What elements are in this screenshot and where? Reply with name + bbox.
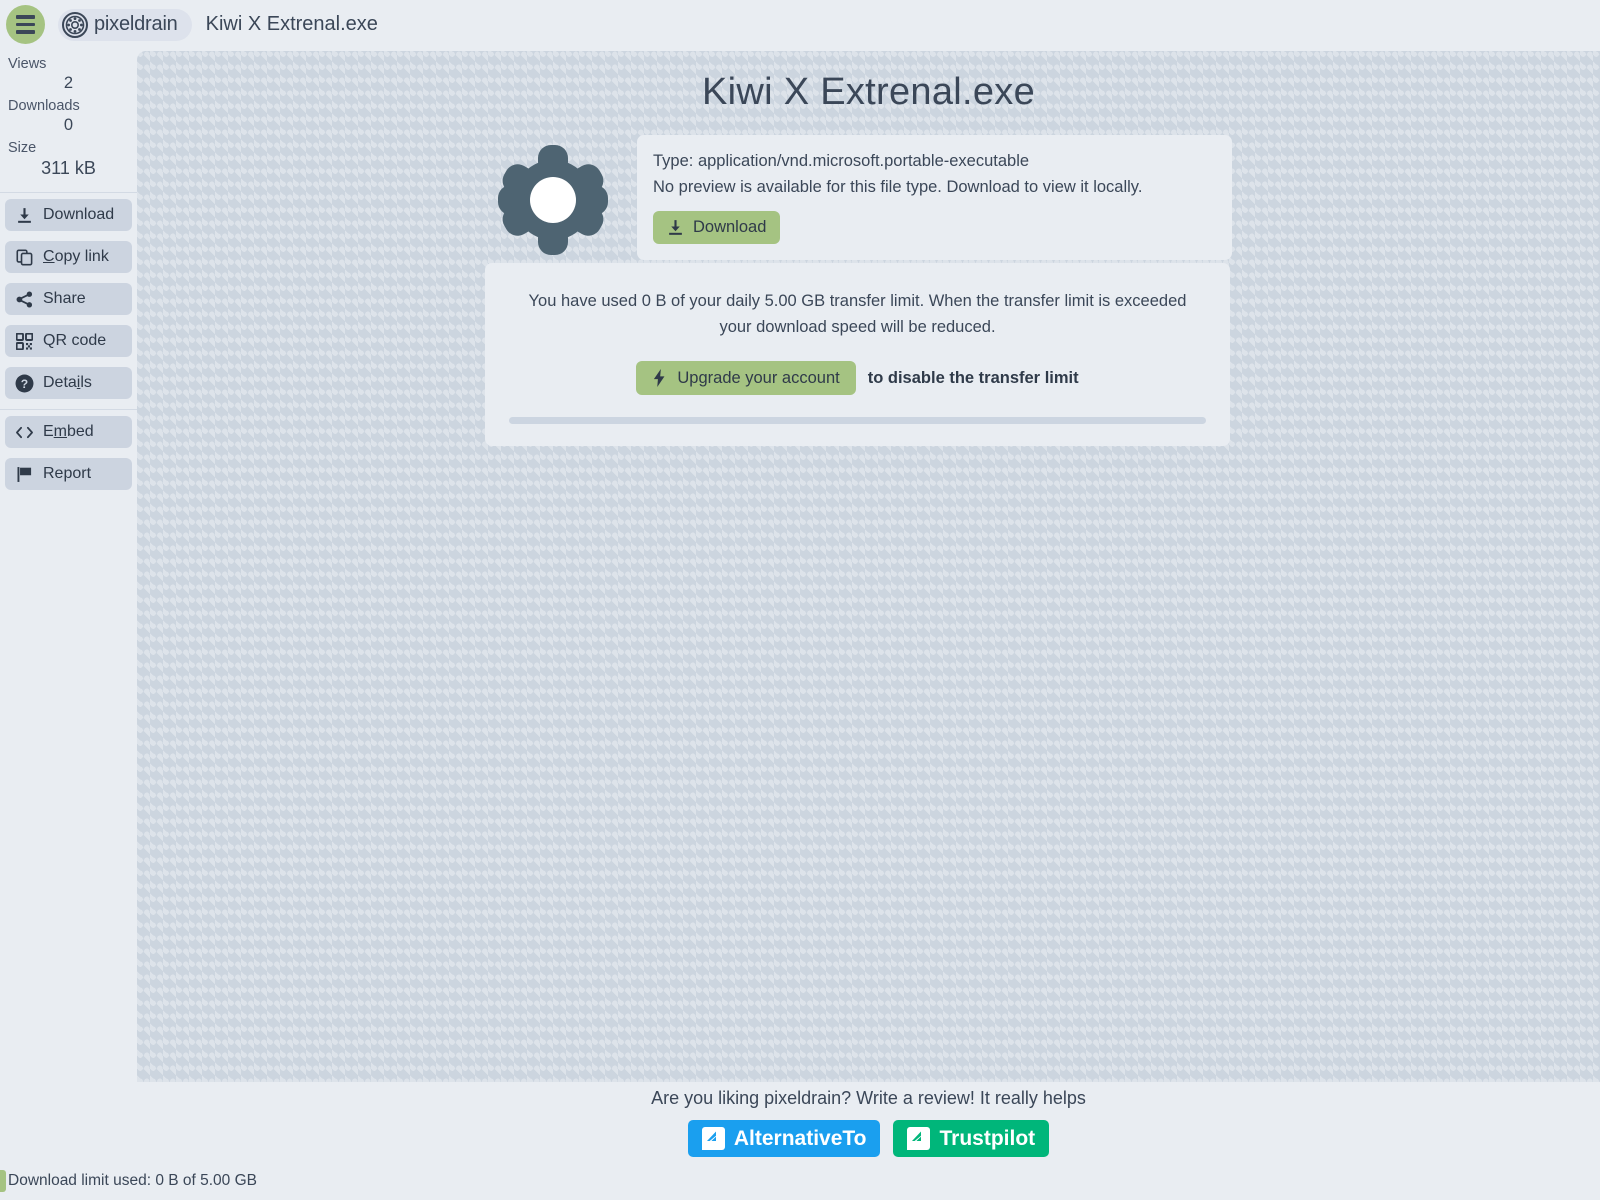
brand-home-link[interactable]: pixeldrain: [58, 8, 192, 41]
top-bar: pixeldrain Kiwi X Extrenal.exe: [0, 0, 1600, 49]
sidebar-secondary-actions: Embed Report: [0, 410, 137, 491]
trustpilot-review-button[interactable]: Trustpilot: [893, 1120, 1050, 1157]
download-limit-status: Download limit used: 0 B of 5.00 GB: [0, 1169, 257, 1193]
sidebar-item-embed[interactable]: Embed: [5, 416, 132, 449]
alternativeto-logo-icon: [701, 1127, 725, 1150]
stat-value-size: 311 kB: [41, 157, 96, 178]
sidebar-item-download[interactable]: Download: [5, 199, 132, 232]
sidebar-item-label: QR code: [43, 332, 107, 350]
file-stats: Views 2 Downloads 0 Size 311 kB: [0, 49, 137, 192]
alternativeto-review-button[interactable]: AlternativeTo: [687, 1120, 881, 1157]
stat-label-views: Views: [8, 56, 47, 72]
sidebar-item-details[interactable]: ? Details: [5, 367, 132, 400]
upgrade-row: Upgrade your account to disable the tran…: [509, 361, 1206, 396]
sidebar-item-label: Details: [43, 374, 92, 392]
sidebar-item-copy-link[interactable]: Copy link: [5, 241, 132, 274]
download-button-label: Download: [693, 218, 767, 237]
stat-value-views: 2: [63, 74, 74, 93]
hamburger-menu-icon: [16, 15, 35, 19]
download-icon: [15, 206, 34, 225]
transfer-limit-panel: You have used 0 B of your daily 5.00 GB …: [485, 263, 1230, 447]
file-type-line: Type: application/vnd.microsoft.portable…: [653, 152, 1030, 170]
transfer-limit-notice: You have used 0 B of your daily 5.00 GB …: [528, 292, 1187, 336]
sidebar-item-label: Copy link: [43, 248, 109, 266]
stat-label-size: Size: [8, 139, 37, 156]
brand-name: pixeldrain: [94, 13, 178, 35]
upgrade-account-label: Upgrade your account: [677, 368, 840, 387]
sidebar: Views 2 Downloads 0 Size 311 kB Download…: [0, 49, 137, 1200]
sidebar-item-report[interactable]: Report: [5, 458, 132, 491]
pixeldrain-bearing-logo-icon: [62, 11, 88, 38]
download-icon: [667, 219, 684, 236]
review-footer: Are you liking pixeldrain? Write a revie…: [137, 1082, 1600, 1200]
alternativeto-label: AlternativeTo: [733, 1126, 867, 1150]
upgrade-account-button[interactable]: Upgrade your account: [636, 361, 856, 396]
stat-label-downloads: Downloads: [8, 97, 80, 114]
page-title: Kiwi X Extrenal.exe: [701, 71, 1036, 113]
review-buttons: AlternativeTo Trustpilot: [687, 1120, 1050, 1157]
upgrade-note: to disable the transfer limit: [867, 368, 1079, 387]
sidebar-item-qr-code[interactable]: QR code: [5, 325, 132, 358]
svg-text:?: ?: [21, 377, 28, 391]
flag-icon: [15, 465, 34, 484]
trustpilot-logo-icon: [907, 1127, 931, 1150]
hamburger-menu-icon: [16, 30, 35, 34]
sidebar-primary-actions: Download Copy link Share QR code ? Detai…: [0, 193, 137, 400]
review-prompt: Are you liking pixeldrain? Write a revie…: [651, 1088, 1086, 1108]
question-mark-circle-icon: ?: [15, 374, 34, 393]
sidebar-item-label: Download: [43, 206, 115, 224]
sidebar-item-label: Share: [43, 290, 86, 308]
download-button[interactable]: Download: [653, 211, 781, 245]
panel-divider: [509, 417, 1206, 425]
hamburger-menu-icon: [16, 22, 35, 27]
download-limit-progress-bar: [0, 1170, 6, 1192]
sidebar-item-label: Embed: [43, 423, 94, 441]
no-preview-line: No preview is available for this file ty…: [653, 177, 1143, 196]
trustpilot-label: Trustpilot: [939, 1126, 1036, 1150]
sidebar-item-label: Report: [43, 465, 92, 483]
download-limit-text: Download limit used: 0 B of 5.00 GB: [8, 1172, 257, 1189]
hamburger-menu-button[interactable]: [6, 5, 45, 44]
file-preview-row: Type: application/vnd.microsoft.portable…: [487, 135, 1232, 261]
stat-value-downloads: 0: [63, 115, 74, 134]
file-info-panel: Type: application/vnd.microsoft.portable…: [637, 135, 1232, 261]
share-icon: [15, 290, 34, 309]
copy-icon: [15, 248, 34, 267]
qr-code-icon: [15, 332, 34, 351]
lightning-bolt-icon: [652, 369, 667, 388]
gear-icon: [493, 140, 613, 260]
sidebar-item-share[interactable]: Share: [5, 283, 132, 316]
file-viewer-area: Kiwi X Extrenal.exe Type: application/vn…: [137, 51, 1600, 1082]
header-filename: Kiwi X Extrenal.exe: [205, 13, 378, 35]
code-brackets-icon: [15, 423, 34, 442]
